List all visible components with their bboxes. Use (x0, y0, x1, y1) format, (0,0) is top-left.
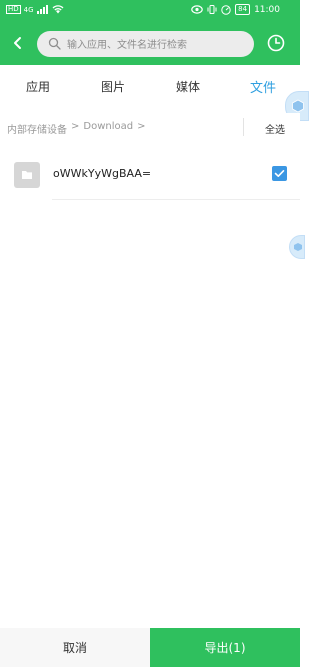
tab-media[interactable]: 媒体 (163, 78, 213, 95)
select-all-button[interactable]: 全选 (265, 121, 285, 136)
tab-images[interactable]: 图片 (88, 78, 138, 95)
status-left: HD 4G (6, 5, 64, 14)
breadcrumb-download[interactable]: Download (83, 121, 133, 136)
list-item[interactable]: oWWkYyWgBAA= (0, 150, 300, 200)
cube-icon (292, 99, 304, 113)
floating-side-handle[interactable] (289, 235, 305, 259)
status-time: 11:00 (254, 4, 280, 15)
breadcrumb-separator: > (137, 121, 146, 132)
breadcrumb-root[interactable]: 内部存储设备 (7, 121, 67, 136)
divider (243, 118, 244, 136)
category-tabs: 应用 图片 媒体 文件 (0, 65, 300, 109)
tab-apps[interactable]: 应用 (13, 78, 63, 95)
network-type: 4G (23, 5, 34, 14)
speedometer-icon (221, 4, 231, 15)
hd-indicator: HD (6, 5, 21, 14)
search-icon (48, 37, 61, 50)
bottom-action-bar: 取消 导出(1) (0, 628, 300, 667)
checkmark-icon (274, 170, 285, 177)
file-name: oWWkYyWgBAA= (53, 167, 152, 180)
path-bar: 内部存储设备 > Download > 全选 (0, 113, 300, 141)
clock-history-icon[interactable] (266, 33, 286, 53)
file-checkbox[interactable] (272, 166, 287, 181)
back-arrow-icon[interactable] (8, 33, 28, 53)
search-input[interactable] (65, 35, 249, 55)
battery-indicator: 84 (235, 4, 251, 15)
header (0, 22, 300, 65)
eye-icon (191, 5, 203, 14)
wifi-icon (52, 5, 64, 14)
search-box[interactable] (37, 31, 254, 57)
vibrate-icon (207, 5, 217, 14)
cancel-button[interactable]: 取消 (0, 628, 150, 667)
signal-icon (36, 5, 48, 14)
export-button[interactable]: 导出(1) (150, 628, 300, 667)
breadcrumb-separator: > (71, 121, 80, 132)
tab-files[interactable]: 文件 (238, 77, 288, 96)
status-right: 84 11:00 (191, 4, 280, 15)
breadcrumb: 内部存储设备 > Download > (7, 121, 146, 136)
divider (52, 199, 300, 200)
cube-icon (294, 243, 302, 251)
folder-icon (14, 162, 40, 188)
status-bar: HD 4G 84 11:00 (0, 0, 300, 22)
